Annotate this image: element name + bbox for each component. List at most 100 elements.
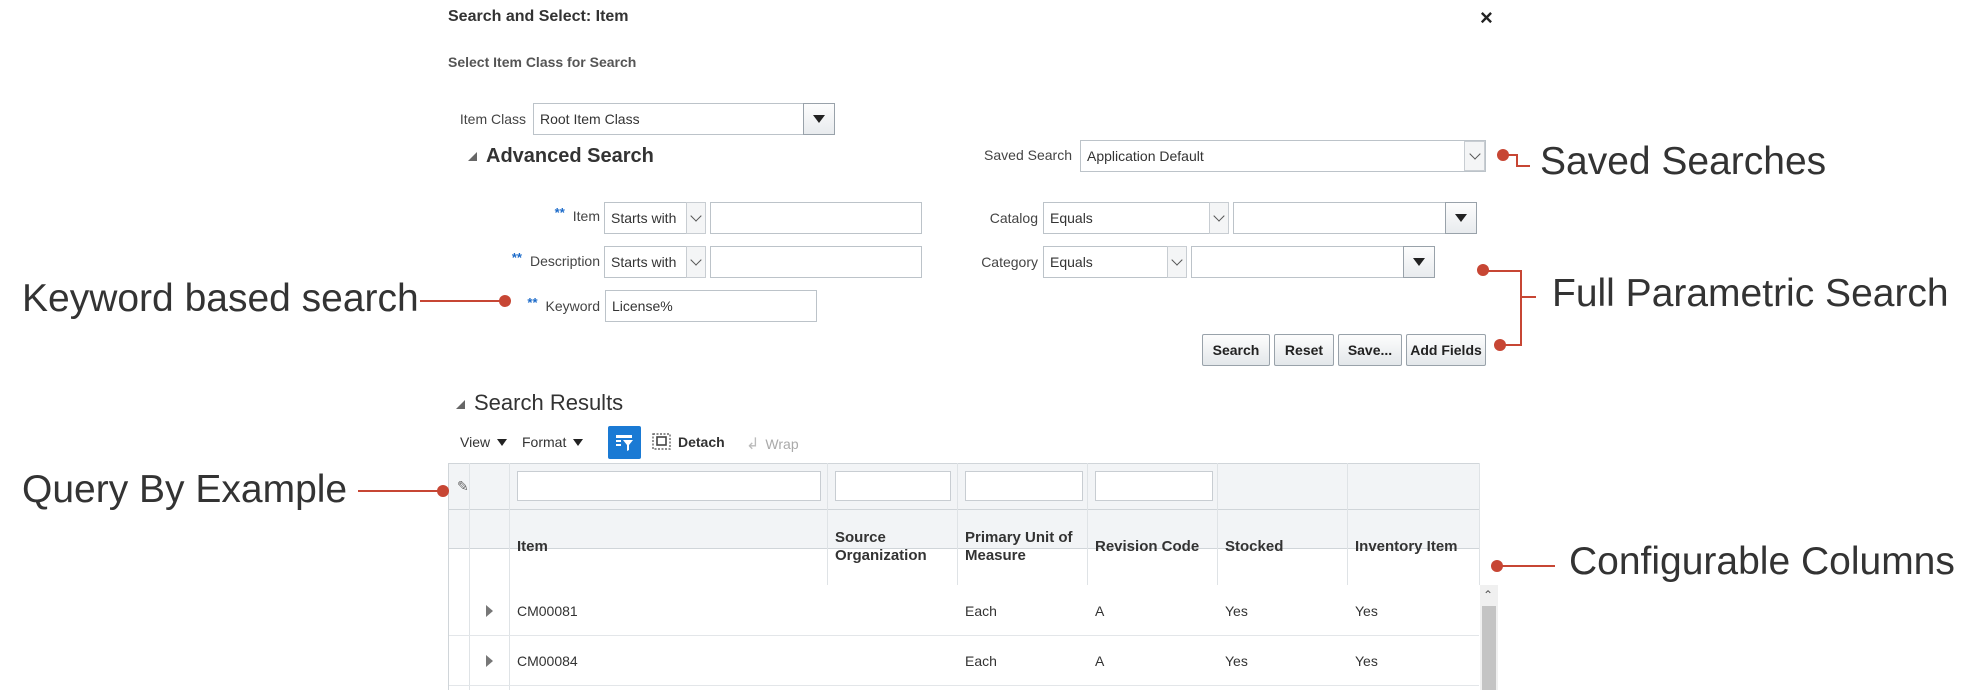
saved-search-select[interactable]: Application Default [1080, 140, 1486, 172]
qbe-uom-input[interactable] [965, 471, 1083, 501]
column-header-stocked[interactable]: Stocked [1225, 538, 1283, 556]
callout-line [420, 300, 500, 302]
column-separator [827, 463, 828, 585]
column-header-source-org[interactable]: Source Organization [835, 529, 927, 565]
callout-line [1520, 270, 1522, 346]
chevron-down-icon [1171, 254, 1183, 266]
caret-down-icon [573, 438, 584, 446]
column-header-revision[interactable]: Revision Code [1095, 538, 1199, 556]
format-menu-label: Format [522, 434, 567, 450]
qbe-callout-dot [437, 485, 449, 497]
reset-button[interactable]: Reset [1274, 334, 1334, 366]
cell-stocked: Yes [1225, 603, 1248, 619]
column-separator [1087, 463, 1088, 585]
query-by-example-icon[interactable] [608, 426, 641, 459]
view-menu[interactable]: View [460, 434, 508, 450]
source-org-header-line1: Source [835, 529, 886, 546]
callout-line [358, 490, 440, 492]
column-header-row [449, 509, 1479, 549]
format-menu[interactable]: Format [522, 434, 584, 450]
item-class-select[interactable]: Root Item Class [533, 103, 805, 135]
keyword-label: Keyword [545, 298, 600, 314]
item-class-subtitle: Select Item Class for Search [448, 54, 637, 70]
description-value-input[interactable] [710, 246, 922, 278]
chevron-down-icon [690, 254, 702, 266]
search-button[interactable]: Search [1202, 334, 1270, 366]
column-header-item[interactable]: Item [517, 538, 548, 556]
scroll-up-icon[interactable]: ⌃ [1483, 588, 1493, 602]
column-header-inventory[interactable]: Inventory Item [1355, 538, 1458, 556]
description-operator-dropdown[interactable] [686, 246, 706, 278]
results-table: ✎ Item Source Organization Primary Unit … [448, 463, 1500, 690]
category-lov-button[interactable] [1403, 246, 1435, 278]
source-org-header-line2: Organization [835, 547, 927, 564]
catalog-operator-select[interactable]: Equals [1043, 202, 1211, 234]
required-marker: ** [527, 295, 538, 310]
cell-inventory: Yes [1355, 603, 1378, 619]
detach-button[interactable]: Detach [652, 433, 725, 451]
category-operator-value: Equals [1050, 254, 1093, 270]
cell-item: CM00084 [517, 653, 578, 669]
keyword-annotation: Keyword based search [22, 277, 419, 320]
category-value-input[interactable] [1191, 246, 1405, 278]
item-operator-select[interactable]: Starts with [604, 202, 688, 234]
category-operator-dropdown[interactable] [1167, 246, 1187, 278]
cell-inventory: Yes [1355, 653, 1378, 669]
scrollbar-thumb[interactable] [1482, 606, 1496, 690]
catalog-lov-button[interactable] [1445, 202, 1477, 234]
keyword-callout-dot [499, 295, 511, 307]
wrap-button[interactable]: ↲ Wrap [746, 434, 799, 454]
item-label-wrap: ** Item [470, 205, 600, 224]
add-fields-button[interactable]: Add Fields [1406, 334, 1486, 366]
uom-header-line1: Primary Unit of [965, 529, 1073, 546]
item-class-dropdown-button[interactable] [803, 103, 835, 135]
save-button[interactable]: Save... [1338, 334, 1402, 366]
description-label-wrap: ** Description [470, 250, 600, 269]
item-class-label: Item Class [459, 111, 526, 127]
uom-header-line2: Measure [965, 547, 1026, 564]
callout-line [1483, 270, 1521, 272]
category-operator-select[interactable]: Equals [1043, 246, 1169, 278]
chevron-down-icon [690, 210, 702, 222]
column-separator [1347, 463, 1348, 585]
cell-revision: A [1095, 653, 1105, 669]
description-operator-value: Starts with [611, 254, 677, 270]
row-expand-icon[interactable] [486, 605, 493, 617]
saved-search-dropdown[interactable] [1464, 141, 1485, 171]
item-operator-dropdown[interactable] [686, 202, 706, 234]
description-operator-select[interactable]: Starts with [604, 246, 688, 278]
table-row[interactable] [449, 585, 1479, 636]
disclosure-triangle-icon [468, 152, 477, 161]
search-results-header[interactable]: Search Results [456, 390, 623, 416]
view-menu-label: View [460, 434, 491, 450]
column-header-uom[interactable]: Primary Unit of Measure [965, 529, 1073, 565]
cell-uom: Each [965, 603, 997, 619]
cell-stocked: Yes [1225, 653, 1248, 669]
qbe-source-org-input[interactable] [835, 471, 951, 501]
qbe-item-input[interactable] [517, 471, 821, 501]
catalog-operator-dropdown[interactable] [1209, 202, 1229, 234]
column-separator [1217, 463, 1218, 585]
column-separator [1479, 463, 1480, 585]
catalog-label: Catalog [989, 210, 1038, 226]
table-row[interactable] [449, 635, 1479, 686]
disclosure-triangle-icon [456, 400, 465, 409]
chevron-down-icon [1213, 210, 1225, 222]
row-expand-icon[interactable] [486, 655, 493, 667]
column-separator [957, 463, 958, 585]
cell-revision: A [1095, 603, 1105, 619]
qbe-revision-input[interactable] [1095, 471, 1213, 501]
wrap-icon: ↲ [746, 436, 760, 453]
item-operator-value: Starts with [611, 210, 677, 226]
qbe-annotation: Query By Example [22, 468, 348, 511]
catalog-value-input[interactable] [1233, 202, 1447, 234]
saved-search-value: Application Default [1087, 148, 1204, 164]
keyword-input[interactable]: License% [605, 290, 817, 322]
close-icon[interactable]: × [1480, 5, 1493, 31]
clear-filter-icon[interactable]: ✎ [457, 478, 469, 495]
required-marker: ** [554, 205, 565, 220]
item-value-input[interactable] [710, 202, 922, 234]
cell-uom: Each [965, 653, 997, 669]
advanced-search-header[interactable]: Advanced Search [468, 145, 654, 168]
caret-down-icon [1413, 258, 1425, 266]
